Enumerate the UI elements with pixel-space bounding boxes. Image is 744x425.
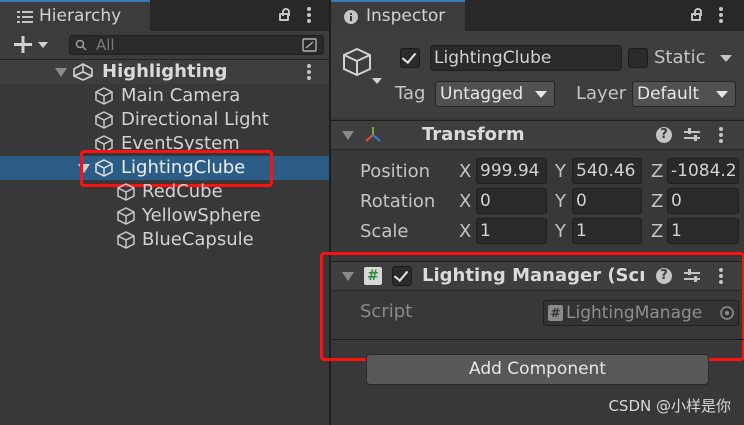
cube-icon <box>117 207 135 225</box>
axis-y-label[interactable]: Y <box>555 191 566 212</box>
list-item[interactable]: RedCube <box>0 180 329 204</box>
lock-icon[interactable] <box>691 8 702 21</box>
expand-arrow-icon[interactable] <box>342 131 354 140</box>
lock-icon[interactable] <box>279 8 290 21</box>
hierarchy-toolbar: All <box>0 31 329 60</box>
list-item[interactable]: Directional Light <box>0 108 329 132</box>
hierarchy-tabbar: Hierarchy <box>0 0 329 31</box>
tag-value: Untagged <box>440 84 524 104</box>
scale-label: Scale <box>360 221 409 242</box>
layer-dropdown[interactable]: Default <box>632 81 736 107</box>
scale-z-field[interactable]: 1 <box>667 218 739 244</box>
cube-icon <box>95 111 113 129</box>
axis-z-label[interactable]: Z <box>651 221 663 242</box>
scene-name: Highlighting <box>102 61 228 82</box>
list-icon <box>17 11 33 23</box>
inspector-tab-label: Inspector <box>366 6 446 26</box>
scale-y-field[interactable]: 1 <box>572 218 642 244</box>
checkmark-icon <box>401 48 417 65</box>
create-button[interactable] <box>8 34 53 56</box>
static-label: Static <box>654 47 706 68</box>
transform-axes-icon <box>365 127 381 142</box>
inspector-tabbar: Inspector <box>331 0 744 31</box>
menu-kebab-icon[interactable] <box>307 7 311 23</box>
cube-icon <box>117 183 135 201</box>
cube-icon <box>117 231 135 249</box>
object-header: LightingClube Static Tag Untagged Layer … <box>331 31 744 118</box>
position-row: Position X 999.94 Y 540.46 Z -1084.2 <box>331 156 744 186</box>
rotation-y-field[interactable]: 0 <box>572 188 642 214</box>
transform-header[interactable]: Transform ? <box>331 120 744 150</box>
transform-title: Transform <box>422 124 525 145</box>
rotation-label: Rotation <box>360 191 436 212</box>
search-icon <box>75 39 87 51</box>
info-icon <box>344 10 358 24</box>
list-item-label: Main Camera <box>121 85 241 106</box>
position-x-field[interactable]: 999.94 <box>476 158 547 184</box>
help-icon[interactable]: ? <box>656 127 672 143</box>
tag-label: Tag <box>395 83 426 104</box>
static-dropdown-arrow-icon[interactable] <box>720 55 732 62</box>
rotation-row: Rotation X 0 Y 0 Z 0 <box>331 186 744 216</box>
cube-icon <box>95 87 113 105</box>
watermark: CSDN @小样是你 <box>608 397 731 415</box>
position-y-field[interactable]: 540.46 <box>572 158 642 184</box>
menu-kebab-icon[interactable] <box>719 7 723 23</box>
scene-search-icon[interactable] <box>302 38 318 53</box>
tag-dropdown[interactable]: Untagged <box>435 81 555 107</box>
layer-value: Default <box>637 84 700 104</box>
inspector-panel: Inspector LightingClube Static Tag Untag… <box>320 0 744 425</box>
tab-hierarchy[interactable]: Hierarchy <box>0 0 150 31</box>
scene-row[interactable]: Highlighting <box>0 60 329 84</box>
list-item-label: BlueCapsule <box>142 229 254 250</box>
chevron-down-icon <box>535 91 547 98</box>
position-label: Position <box>360 161 431 182</box>
divider <box>331 339 744 340</box>
unity-logo-icon <box>73 63 93 81</box>
hierarchy-panel: Hierarchy All Highlighting Main Camera D… <box>0 0 329 425</box>
rotation-z-field[interactable]: 0 <box>667 188 739 214</box>
plus-icon <box>14 36 48 53</box>
presets-icon[interactable] <box>684 128 700 142</box>
axis-y-label[interactable]: Y <box>555 161 566 182</box>
list-item-label: YellowSphere <box>142 205 261 226</box>
chevron-down-icon <box>716 91 728 98</box>
axis-x-label[interactable]: X <box>459 161 471 182</box>
add-component-button[interactable]: Add Component <box>366 354 709 385</box>
scale-x-field[interactable]: 1 <box>476 218 547 244</box>
highlight-box <box>320 252 744 361</box>
list-item-label: RedCube <box>142 181 223 202</box>
scale-row: Scale X 1 Y 1 Z 1 <box>331 216 744 246</box>
scene-menu-kebab-icon[interactable] <box>307 64 311 80</box>
list-item[interactable]: Main Camera <box>0 84 329 108</box>
static-checkbox[interactable] <box>628 48 648 68</box>
position-z-field[interactable]: -1084.2 <box>667 158 739 184</box>
layer-label: Layer <box>576 83 627 104</box>
search-input[interactable]: All <box>69 35 324 55</box>
object-name-field[interactable]: LightingClube <box>430 45 622 71</box>
list-item[interactable]: BlueCapsule <box>0 228 329 252</box>
axis-x-label[interactable]: X <box>459 221 471 242</box>
list-item[interactable]: YellowSphere <box>0 204 329 228</box>
search-placeholder: All <box>96 36 115 54</box>
hierarchy-tab-label: Hierarchy <box>39 6 122 26</box>
axis-z-label[interactable]: Z <box>651 161 663 182</box>
axis-x-label[interactable]: X <box>459 191 471 212</box>
axis-z-label[interactable]: Z <box>651 191 663 212</box>
rotation-x-field[interactable]: 0 <box>476 188 547 214</box>
gameobject-cube-icon[interactable] <box>342 47 382 85</box>
expand-arrow-icon[interactable] <box>55 68 67 77</box>
axis-y-label[interactable]: Y <box>555 221 566 242</box>
list-item-label: Directional Light <box>121 109 269 130</box>
active-checkbox[interactable] <box>400 48 420 68</box>
component-menu-kebab-icon[interactable] <box>719 127 723 143</box>
tab-inspector[interactable]: Inspector <box>331 0 465 31</box>
